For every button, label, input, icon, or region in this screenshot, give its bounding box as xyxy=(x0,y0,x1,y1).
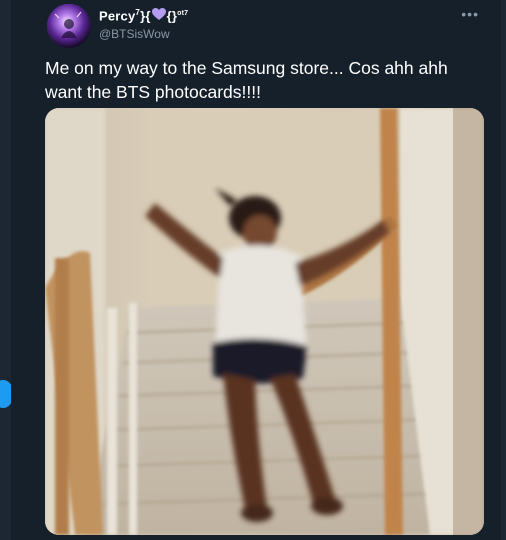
more-options-icon[interactable]: ••• xyxy=(461,6,479,22)
tweet-media-photo[interactable] xyxy=(45,108,484,535)
purple-heart-icon xyxy=(151,8,166,21)
left-sidebar-edge xyxy=(0,0,11,540)
display-name[interactable]: Percy7}{{}ot7 xyxy=(99,8,188,23)
tweet-card: Percy7}{{}ot7 @BTSisWow ••• Me on my way… xyxy=(11,0,501,540)
avatar[interactable] xyxy=(47,4,91,48)
tweet-text: Me on my way to the Samsung store... Cos… xyxy=(45,58,448,102)
user-handle[interactable]: @BTSisWow xyxy=(99,27,170,41)
scrollbar[interactable] xyxy=(501,0,506,540)
display-name-text: Percy xyxy=(99,8,136,24)
tweet-screenshot: Percy7}{{}ot7 @BTSisWow ••• Me on my way… xyxy=(0,0,506,540)
display-name-sup-2: ot7 xyxy=(177,10,189,17)
avatar-image xyxy=(47,4,91,48)
photo-staircase-image xyxy=(45,108,484,535)
display-name-symbols-2: {} xyxy=(166,8,178,24)
display-name-symbols: }{ xyxy=(140,8,151,24)
